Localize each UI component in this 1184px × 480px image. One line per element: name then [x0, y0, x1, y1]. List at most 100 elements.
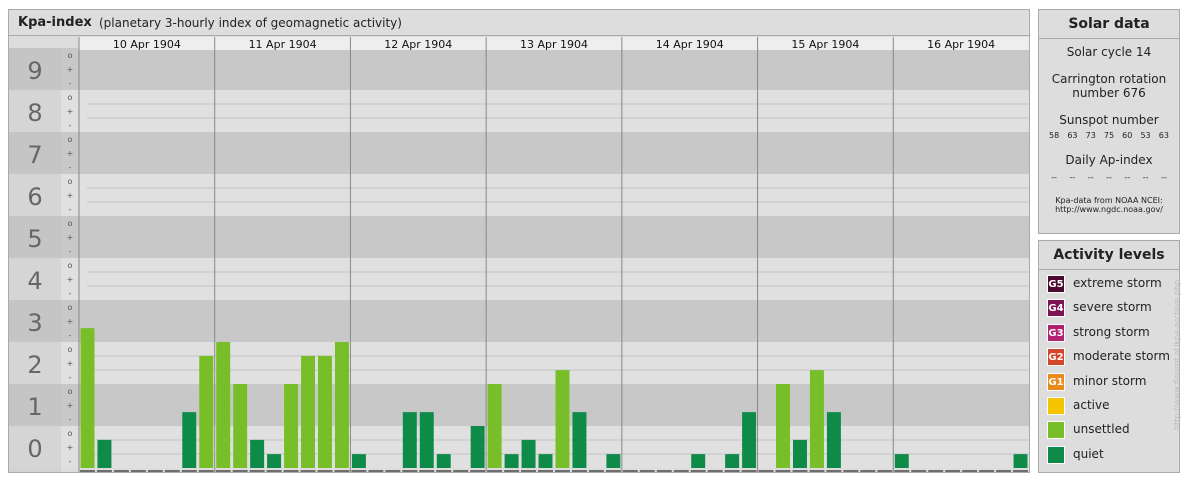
interval-box	[843, 470, 859, 472]
day-label: 12 Apr 1904	[384, 38, 452, 51]
interval-box	[487, 470, 503, 472]
level-label: unsettled	[1073, 422, 1130, 437]
kp-bar	[826, 412, 841, 468]
kp-bar	[402, 412, 417, 468]
kp-bar	[419, 412, 434, 468]
sunspot-value: 63	[1067, 131, 1078, 140]
y-axis-minor-label: -	[69, 373, 72, 382]
interval-box	[351, 470, 367, 472]
interval-box	[588, 470, 604, 472]
level-label: moderate storm	[1073, 349, 1170, 364]
sunspot-value: 60	[1122, 131, 1133, 140]
interval-box	[521, 470, 537, 472]
interval-box	[453, 470, 469, 472]
y-axis-minor-label: +	[67, 443, 74, 452]
kp-bar	[521, 439, 536, 468]
level-label: minor storm	[1073, 373, 1147, 388]
kp-bar	[182, 412, 197, 468]
interval-box	[300, 470, 316, 472]
y-axis-minor-label: +	[67, 191, 74, 200]
interval-box	[911, 470, 927, 472]
kp-bar	[250, 439, 265, 468]
kp-band	[9, 342, 1029, 384]
y-axis-minor-label: o	[68, 51, 73, 60]
credit-url: http://www.fleuret.at/kpa-archive.php	[1172, 279, 1182, 431]
interval-box	[894, 470, 910, 472]
day-label: 10 Apr 1904	[113, 38, 181, 51]
interval-box	[113, 470, 129, 472]
y-axis-minor-label: +	[67, 317, 74, 326]
interval-box	[690, 470, 706, 472]
kp-band	[9, 174, 1029, 216]
interval-box	[555, 470, 570, 472]
solar-data-title: Solar data	[1039, 10, 1179, 39]
y-axis-minor-label: o	[68, 429, 73, 438]
interval-box	[419, 470, 435, 472]
sunspot-list: 58 63 73 75 60 53 63	[1039, 131, 1179, 140]
ap-value: --	[1160, 173, 1167, 182]
ap-index-title: Daily Ap-index	[1065, 153, 1153, 167]
interval-box	[775, 470, 791, 472]
interval-box	[639, 470, 655, 472]
y-axis-minor-label: o	[68, 219, 73, 228]
ap-value: --	[1069, 173, 1076, 182]
level-badge: G4	[1047, 299, 1065, 318]
interval-box	[181, 470, 197, 472]
kp-band	[9, 300, 1029, 342]
interval-box	[368, 470, 384, 472]
y-axis-minor-label: -	[69, 79, 72, 88]
y-axis-minor-label: +	[67, 149, 74, 158]
y-axis-minor-label: -	[69, 415, 72, 424]
y-axis-minor-label: -	[69, 289, 72, 298]
kp-band	[9, 426, 1029, 468]
level-swatch	[1047, 445, 1065, 464]
interval-box	[860, 470, 876, 472]
kp-bar	[470, 426, 485, 468]
level-swatch	[1047, 396, 1065, 415]
level-label: quiet	[1073, 446, 1104, 461]
kp-bar	[351, 454, 366, 468]
level-quiet: quiet	[1039, 443, 1179, 467]
day-label: 15 Apr 1904	[791, 38, 859, 51]
y-axis-minor-label: +	[67, 359, 74, 368]
y-axis-minor-label: +	[67, 65, 74, 74]
activity-levels-list: G5 extreme storm G4 severe storm G3 stro…	[1039, 270, 1179, 467]
kpa-chart: 0 o + - 1 o + - 2 o + - 3 o + - 4 o + - 5 o + - 6 o + - 7 o + - 8 o + - 9 o + -…	[9, 37, 1029, 472]
interval-box	[996, 470, 1012, 472]
interval-box	[283, 470, 299, 472]
kp-bar	[301, 355, 315, 468]
interval-box	[538, 470, 553, 472]
carrington-line-2: number 676	[1072, 86, 1146, 100]
chart-subtitle: (planetary 3-hourly index of geomagnetic…	[99, 16, 402, 30]
day-label: 11 Apr 1904	[249, 38, 317, 51]
credit-text: http://www.fleuret.at/kpa-archive.php	[1171, 240, 1183, 470]
kp-bar	[809, 370, 824, 468]
interval-box	[826, 470, 842, 472]
y-axis-minor-label: o	[68, 303, 73, 312]
interval-box	[334, 470, 350, 472]
y-axis-major-label: 2	[27, 351, 42, 379]
y-axis-minor-label: +	[67, 275, 74, 284]
kp-bar	[80, 328, 95, 468]
interval-box	[402, 470, 418, 472]
kp-bar	[216, 342, 231, 468]
kp-bar	[436, 454, 451, 468]
sunspot-value: 58	[1049, 131, 1060, 140]
y-axis-minor-label: -	[69, 121, 72, 130]
kp-bar	[199, 355, 214, 468]
kp-band	[9, 48, 1029, 90]
day-label: 14 Apr 1904	[656, 38, 724, 51]
kp-bar	[572, 412, 587, 468]
kp-bar	[894, 454, 909, 468]
interval-box	[1013, 470, 1028, 472]
interval-box	[266, 470, 282, 472]
interval-box	[979, 470, 995, 472]
level-badge: G5	[1047, 275, 1065, 293]
interval-box	[130, 470, 146, 472]
y-axis-minor-label: -	[69, 247, 72, 256]
kp-bar	[1013, 454, 1028, 468]
kp-band	[9, 258, 1029, 300]
kp-bar	[691, 454, 706, 468]
y-axis-major-label: 6	[27, 183, 42, 211]
y-axis-minor-label: +	[67, 107, 74, 116]
